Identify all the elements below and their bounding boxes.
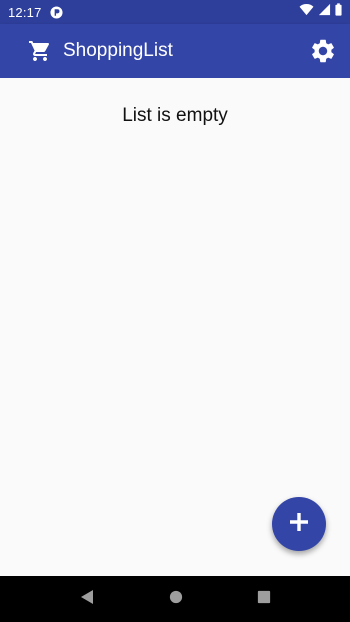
notification-icon	[50, 5, 63, 19]
status-time: 12:17	[8, 4, 42, 20]
recents-icon[interactable]	[257, 590, 271, 609]
wifi-icon	[299, 3, 314, 21]
status-bar: 12:17	[0, 0, 350, 24]
home-icon[interactable]	[169, 590, 183, 609]
settings-icon[interactable]	[309, 37, 337, 65]
add-item-button[interactable]	[272, 497, 326, 551]
app-title: ShoppingList	[63, 40, 173, 61]
cart-icon	[28, 39, 52, 63]
plus-icon	[287, 510, 311, 539]
battery-icon	[335, 3, 342, 21]
back-icon[interactable]	[79, 589, 95, 610]
empty-list-message: List is empty	[122, 105, 228, 126]
app-toolbar: ShoppingList	[0, 24, 350, 78]
system-nav-bar	[0, 576, 350, 622]
signal-icon	[318, 3, 331, 21]
